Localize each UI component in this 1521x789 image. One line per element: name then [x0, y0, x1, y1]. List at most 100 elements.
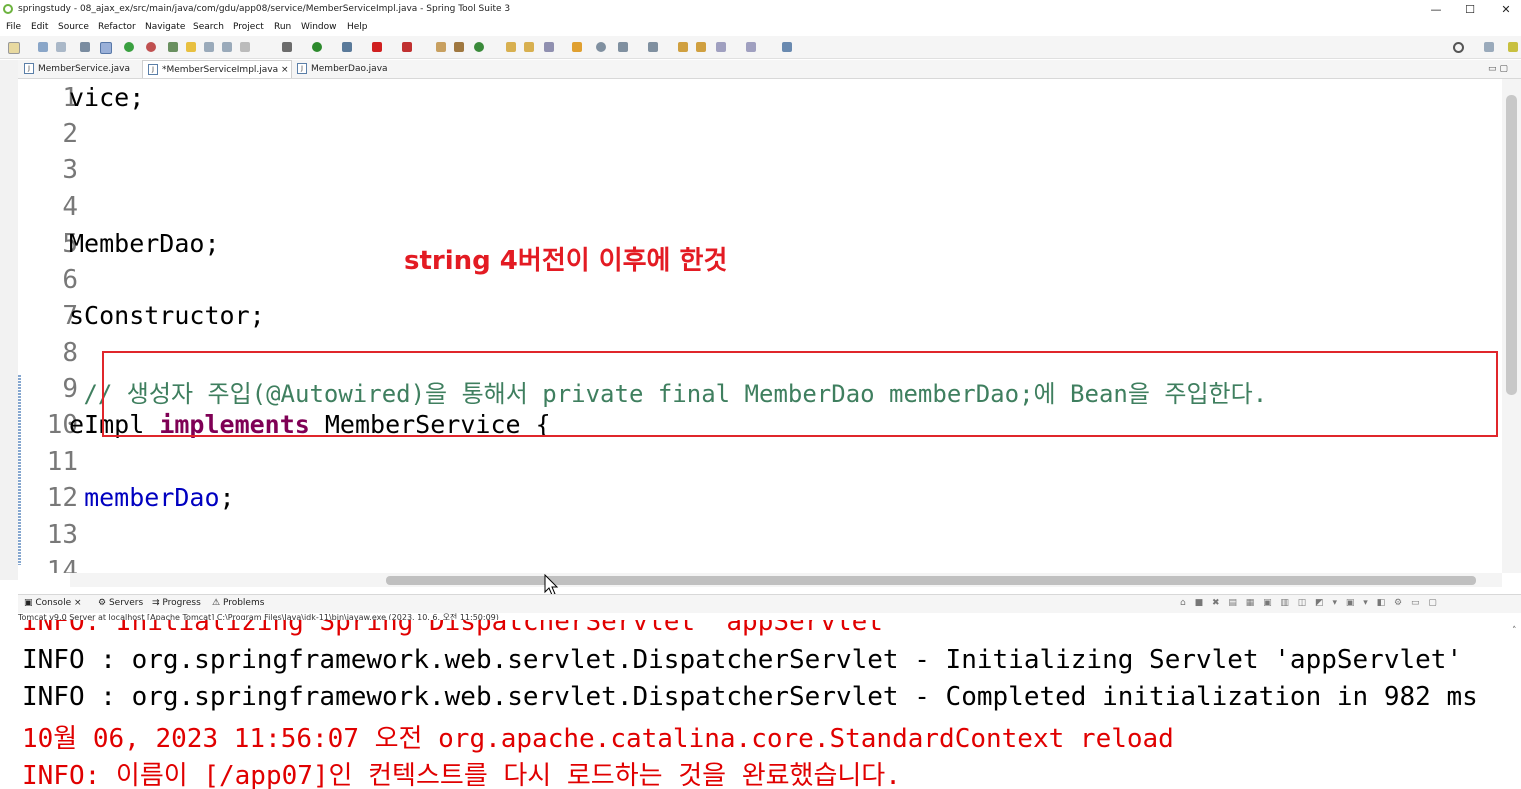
menu-search[interactable]: Search — [193, 22, 224, 32]
tab-servers[interactable]: ⚙ Servers — [98, 598, 143, 608]
back-icon[interactable] — [716, 42, 726, 52]
tab-member-service-impl[interactable]: J *MemberServiceImpl.java × — [142, 60, 292, 78]
java-file-icon: J — [297, 63, 307, 74]
pin-icon[interactable] — [168, 42, 178, 52]
code-line[interactable]: memberDao; — [69, 483, 235, 512]
run-config-icon[interactable] — [342, 42, 352, 52]
pin-editor-icon[interactable] — [782, 42, 792, 52]
code-line[interactable]: MemberDao; — [69, 229, 220, 258]
menu-help[interactable]: Help — [347, 22, 368, 32]
tab-label: Problems — [222, 598, 265, 608]
line-number: 6 — [62, 265, 78, 295]
highlight-box — [102, 351, 1498, 437]
spring-boot-icon[interactable] — [124, 42, 134, 52]
title-bar: springstudy - 08_ajax_ex/src/main/java/c… — [0, 0, 1521, 20]
console-output[interactable]: INFO: Initializing Spring DispatcherServ… — [18, 620, 1521, 789]
tab-label: Console — [35, 598, 72, 608]
run-icon[interactable] — [312, 42, 322, 52]
line-number: 8 — [62, 338, 78, 368]
minimize-editor-icon[interactable]: ▭ ▢ — [1488, 60, 1508, 78]
close-button[interactable]: ✕ — [1491, 2, 1521, 18]
left-trim-bar — [0, 60, 18, 580]
block-icon[interactable] — [240, 42, 250, 52]
new-icon[interactable] — [8, 42, 20, 54]
tab-label: MemberDao.java — [311, 64, 388, 74]
new-package-icon[interactable] — [436, 42, 446, 52]
forward-icon[interactable] — [746, 42, 756, 52]
external-tools-icon[interactable] — [402, 42, 412, 52]
code-text: ; — [219, 483, 235, 512]
menu-refactor[interactable]: Refactor — [98, 22, 136, 32]
tab-progress[interactable]: ⇉ Progress — [152, 598, 201, 608]
main-toolbar — [0, 36, 1521, 59]
open-folder-icon[interactable] — [572, 42, 582, 52]
new-java-icon[interactable] — [474, 42, 484, 52]
minimize-button[interactable]: — — [1421, 2, 1451, 18]
code-editor[interactable]: 1 vice; 2 3 4 5 MemberDao; 6 7 sConstruc… — [18, 79, 1502, 573]
menu-source[interactable]: Source — [58, 22, 89, 32]
console-scroll-up-icon[interactable]: ˄ — [1512, 626, 1517, 636]
menu-file[interactable]: File — [6, 22, 21, 32]
tab-label: Servers — [108, 598, 144, 608]
line-number: 2 — [62, 119, 78, 149]
search-icon[interactable] — [1453, 42, 1464, 53]
save-icon[interactable] — [38, 42, 48, 52]
open-perspective-icon[interactable] — [1484, 42, 1494, 52]
vertical-scroll-thumb[interactable] — [1506, 95, 1517, 395]
toggle-icon[interactable] — [100, 42, 112, 54]
console-line: INFO : org.springframework.web.servlet.D… — [22, 645, 1463, 675]
tab-label: MemberService.java — [38, 64, 130, 74]
prev-annotation-icon[interactable] — [648, 42, 658, 52]
stop-icon[interactable] — [372, 42, 382, 52]
menu-project[interactable]: Project — [233, 22, 264, 32]
next-annotation-icon[interactable] — [618, 42, 628, 52]
format-icon[interactable] — [204, 42, 214, 52]
tab-member-dao[interactable]: J MemberDao.java — [297, 60, 388, 78]
menu-window[interactable]: Window — [301, 22, 337, 32]
menu-navigate[interactable]: Navigate — [145, 22, 185, 32]
spring-tool-suite-icon — [3, 4, 13, 14]
console-toolbar-icons[interactable]: ⌂ ■ ✖ ▤ ▦ ▣ ▥ ◫ ◩ ▾ ▣ ▾ ◧ ⚙ ▭ ▢ — [1180, 598, 1440, 608]
new-class-icon[interactable] — [454, 42, 464, 52]
search-tool-icon[interactable] — [544, 42, 554, 52]
console-line: INFO: 이름이 [/app07]인 컨텍스트를 다시 로드하는 것을 완료했… — [22, 761, 901, 789]
editor-tab-bar: J MemberService.java J *MemberServiceImpl.… — [18, 60, 1521, 79]
open-console-icon[interactable] — [80, 42, 90, 52]
console-line: INFO : org.springframework.web.servlet.D… — [22, 682, 1478, 712]
open-type-icon[interactable] — [506, 42, 516, 52]
annotation-text: string 4버전이 이후에 한것 — [404, 246, 728, 276]
code-line[interactable]: sConstructor; — [69, 301, 265, 330]
close-icon[interactable]: × — [281, 65, 289, 75]
close-icon[interactable]: × — [74, 598, 82, 608]
last-edit-icon[interactable] — [678, 42, 688, 52]
debug-icon[interactable] — [282, 42, 292, 52]
line-number: 11 — [46, 447, 78, 477]
globe-icon[interactable] — [596, 42, 606, 52]
field-name: memberDao — [84, 483, 220, 512]
menu-run[interactable]: Run — [274, 22, 291, 32]
open-task-icon[interactable] — [524, 42, 534, 52]
tab-label: Progress — [162, 598, 201, 608]
tab-console[interactable]: ▣ Console × — [24, 598, 82, 608]
line-number: 4 — [62, 192, 78, 222]
java-file-icon: J — [148, 64, 158, 75]
console-tab-bar: ▣ Console × ⚙ Servers ⇉ Progress ⚠ Probl… — [18, 594, 1521, 613]
code-line[interactable]: vice; — [69, 83, 144, 112]
outline-icon[interactable] — [222, 42, 232, 52]
maximize-button[interactable]: ☐ — [1455, 2, 1485, 18]
refresh-icon[interactable] — [146, 42, 156, 52]
back-history-icon[interactable] — [696, 42, 706, 52]
change-ruler — [18, 375, 21, 565]
window-title: springstudy - 08_ajax_ex/src/main/java/c… — [18, 4, 511, 14]
line-number: 14 — [46, 556, 78, 573]
tab-label: *MemberServiceImpl.java — [162, 65, 279, 75]
save-all-icon[interactable] — [56, 42, 66, 52]
mark-icon[interactable] — [186, 42, 196, 52]
tab-problems[interactable]: ⚠ Problems — [212, 598, 264, 608]
tab-member-service[interactable]: J MemberService.java — [24, 60, 130, 78]
java-perspective-icon[interactable] — [1508, 42, 1518, 52]
console-line: INFO: Initializing Spring DispatcherServ… — [22, 620, 899, 637]
menu-edit[interactable]: Edit — [31, 22, 48, 32]
java-file-icon: J — [24, 63, 34, 74]
